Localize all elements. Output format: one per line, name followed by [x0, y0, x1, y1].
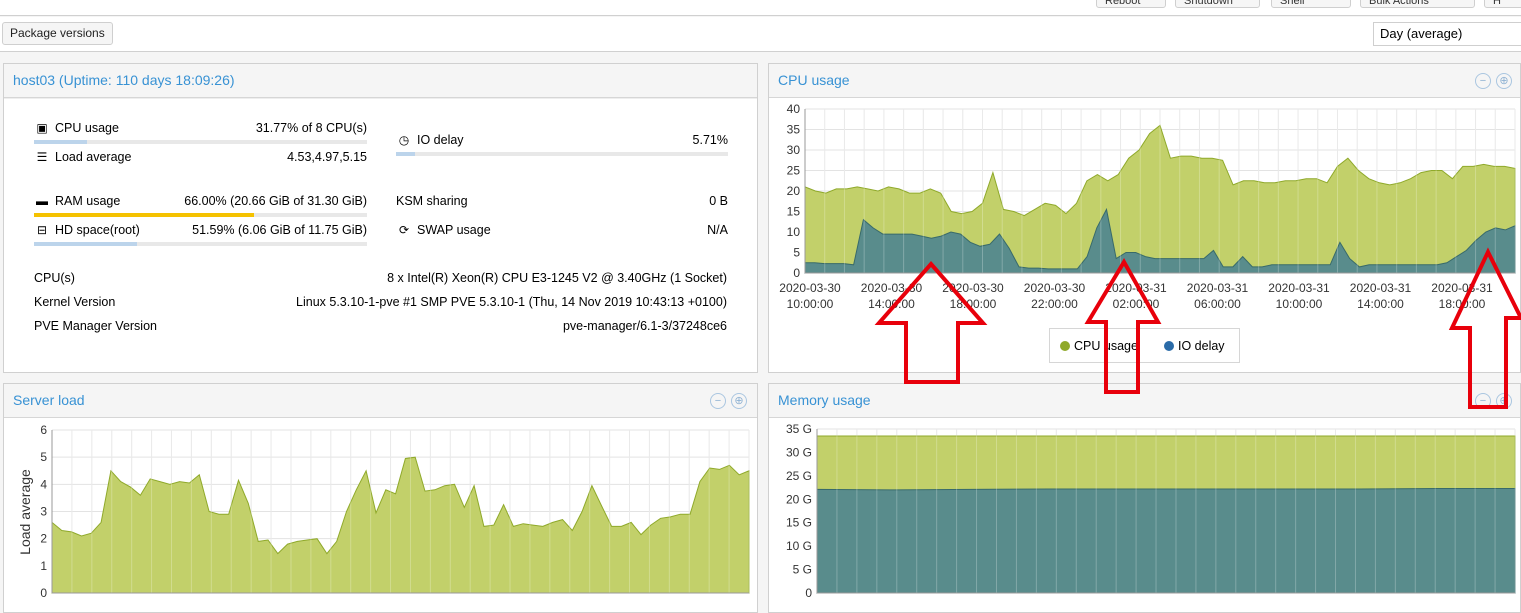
- memory-chart-y-tick-label: 10 G: [786, 539, 812, 553]
- memory-chart-y-tick-label: 30 G: [786, 445, 812, 459]
- load-chart-y-tick-label: 1: [40, 559, 47, 573]
- load-chart-y-axis-label: Load average: [17, 469, 33, 555]
- cpu-chart-x-tick-label: 2020-03-31: [1268, 281, 1330, 295]
- load-chart-y-tick-label: 4: [40, 477, 47, 491]
- cpu-chart-x-tick-label: 2020-03-30: [779, 281, 841, 295]
- cpu-chart-y-tick-label: 0: [793, 266, 800, 280]
- cpu-chart-x-tick-label: 2020-03-31: [1187, 281, 1249, 295]
- cpu-chart-y-tick-label: 15: [787, 205, 801, 219]
- cpu-chart-y-tick-label: 30: [787, 143, 801, 157]
- cpu-chart-x-tick-label: 18:00:00: [1439, 297, 1486, 311]
- cpu-chart-x-tick-label: 2020-03-31: [1431, 281, 1493, 295]
- cpu-chart-y-tick-label: 10: [787, 225, 801, 239]
- load-chart-y-tick-label: 5: [40, 450, 47, 464]
- load-chart-y-tick-label: 3: [40, 505, 47, 519]
- cpu-chart-x-tick-label: 2020-03-31: [1350, 281, 1412, 295]
- cpu-chart-x-tick-label: 10:00:00: [1276, 297, 1323, 311]
- cpu-chart-x-tick-label: 14:00:00: [868, 297, 915, 311]
- cpu-chart-x-tick-label: 06:00:00: [1194, 297, 1241, 311]
- cpu-chart-x-tick-label: 10:00:00: [787, 297, 834, 311]
- memory-chart-y-tick-label: 0: [805, 586, 812, 600]
- memory-chart-y-tick-label: 20 G: [786, 492, 812, 506]
- legend-cpu-label: CPU usage: [1074, 339, 1138, 353]
- cpu-chart-x-tick-label: 2020-03-30: [1024, 281, 1086, 295]
- cpu-chart-y-tick-label: 25: [787, 164, 801, 178]
- cpu-chart-y-tick-label: 5: [793, 246, 800, 260]
- load-chart-y-tick-label: 0: [40, 586, 47, 600]
- memory-chart-y-tick-label: 5 G: [793, 563, 812, 577]
- cpu-chart-x-tick-label: 22:00:00: [1031, 297, 1078, 311]
- legend-cpu-usage[interactable]: CPU usage: [1060, 339, 1138, 353]
- memory-chart-y-tick-label: 35 G: [786, 422, 812, 436]
- load-chart-y-tick-label: 6: [40, 423, 47, 437]
- cpu-chart-x-tick-label: 2020-03-30: [942, 281, 1004, 295]
- legend-io-label: IO delay: [1178, 339, 1225, 353]
- legend-io-delay[interactable]: IO delay: [1164, 339, 1225, 353]
- cpu-chart-x-tick-label: 14:00:00: [1357, 297, 1404, 311]
- cpu-chart-x-tick-label: 2020-03-30: [861, 281, 923, 295]
- charts-layer: 05101520253035402020-03-3010:00:002020-0…: [17, 102, 1516, 600]
- load-chart-y-tick-label: 2: [40, 532, 47, 546]
- cpu-chart-y-tick-label: 35: [787, 123, 801, 137]
- memory-chart-series-1: [816, 488, 1516, 594]
- cpu-chart-y-tick-label: 40: [787, 102, 801, 116]
- memory-chart-y-tick-label: 15 G: [786, 516, 812, 530]
- cpu-chart-x-tick-label: 18:00:00: [950, 297, 997, 311]
- legend-io-swatch: [1164, 341, 1174, 351]
- cpu-chart-y-tick-label: 20: [787, 184, 801, 198]
- legend-cpu-swatch: [1060, 341, 1070, 351]
- cpu-chart-x-tick-label: 2020-03-31: [1105, 281, 1167, 295]
- memory-chart-y-tick-label: 25 G: [786, 469, 812, 483]
- cpu-chart-x-tick-label: 02:00:00: [1113, 297, 1160, 311]
- cpu-chart-legend: CPU usage IO delay: [1049, 328, 1240, 363]
